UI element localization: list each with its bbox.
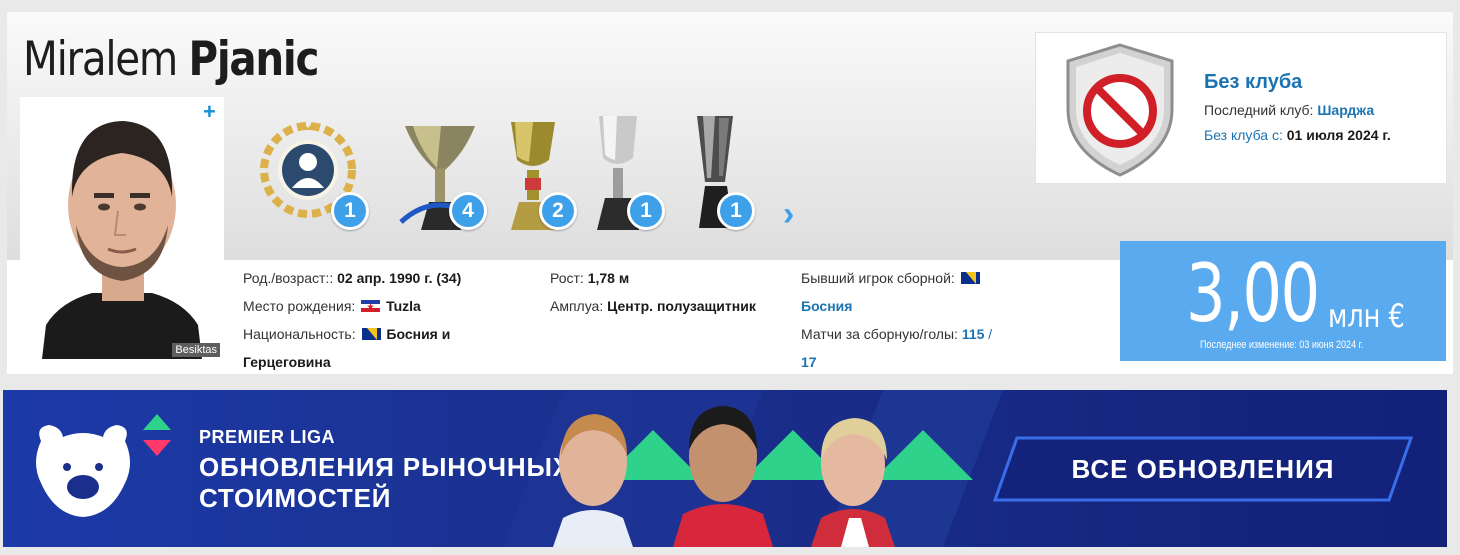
market-value-unit: млн €	[1328, 297, 1405, 335]
chevron-right-icon[interactable]: ›	[783, 197, 794, 231]
former-intl-value-row: Босния	[801, 292, 992, 320]
trophy-count-badge: 1	[627, 192, 665, 230]
trophy-item[interactable]: 1	[251, 112, 371, 237]
market-value-amount: 3,00	[1186, 247, 1320, 340]
down-arrow-icon	[143, 440, 171, 456]
market-value-box[interactable]: 3,00 млн € Последнее изменение: 03 июня …	[1120, 241, 1446, 361]
height-row: Рост: 1,78 м	[550, 264, 756, 292]
trophy-item[interactable]: 4	[391, 112, 511, 237]
photo-club-tag: Besiktas	[172, 343, 220, 357]
nationality-row: Национальность: Босния и	[243, 320, 461, 348]
up-arrow-icon	[143, 414, 171, 430]
banner-title-line: ОБНОВЛЕНИЯ РЫНОЧНЫХ	[199, 452, 571, 482]
nationality-value: Босния и	[386, 326, 451, 342]
banner-title: ОБНОВЛЕНИЯ РЫНОЧНЫХ СТОИМОСТЕЙ	[199, 452, 571, 514]
trophy-count-badge: 1	[717, 192, 755, 230]
banner-players-image	[553, 406, 973, 547]
no-club-since-line: Без клуба с: 01 июля 2024 г.	[1204, 127, 1391, 143]
player-photo[interactable]: Besiktas	[20, 97, 224, 359]
former-intl-link[interactable]: Босния	[801, 298, 852, 314]
bosnia-flag-icon	[960, 272, 980, 284]
trophy-item[interactable]: 1	[693, 112, 813, 237]
last-club-label: Последний клуб:	[1204, 102, 1314, 118]
goals-link[interactable]: 17	[801, 354, 817, 370]
all-updates-button[interactable]: ВСЕ ОБНОВЛЕНИЯ	[993, 436, 1413, 502]
trophy-count-badge: 4	[449, 192, 487, 230]
position-value: Центр. полузащитник	[607, 298, 756, 314]
birth-value: 02 апр. 1990 г. (34)	[337, 270, 462, 286]
height-value: 1,78 м	[587, 270, 630, 286]
market-value-last-change: Последнее изменение: 03 июня 2024 г.	[1200, 339, 1364, 351]
no-club-since-link[interactable]: Без клуба	[1204, 127, 1268, 143]
banner-title-line: СТОИМОСТЕЙ	[199, 483, 392, 513]
bear-logo-icon	[36, 425, 130, 517]
player-name: Miralem Pjanic	[23, 32, 320, 87]
since-label: с:	[1271, 127, 1283, 143]
caps-separator: /	[988, 326, 993, 342]
player-last-name: Pjanic	[188, 32, 320, 87]
trophy-count-badge: 1	[331, 192, 369, 230]
caps-link[interactable]: 115	[962, 326, 985, 342]
last-club-link[interactable]: Шарджа	[1317, 102, 1374, 118]
height-label: Рост:	[550, 270, 584, 286]
since-date: 01 июля 2024 г.	[1286, 127, 1391, 143]
trophy-row: 1 4 2 1 1	[243, 112, 813, 237]
birthplace-label: Место рождения:	[243, 298, 356, 314]
all-updates-label: ВСЕ ОБНОВЛЕНИЯ	[1071, 453, 1335, 484]
caps-row: Матчи за сборную/голы: 115 /	[801, 320, 992, 348]
birthplace-row: Место рождения: Tuzla	[243, 292, 461, 320]
nationality-value-continued: Герцеговина	[243, 354, 331, 370]
birthplace-value: Tuzla	[386, 298, 421, 314]
info-column-1: Род./возраст:: 02 апр. 1990 г. (34) Мест…	[243, 264, 461, 374]
banner-league: PREMIER LIGA	[199, 427, 336, 447]
trophy-count-badge: 2	[539, 192, 577, 230]
player-header: Miralem Pjanic Besiktas + 1 4 2 1 1 › Бе…	[7, 12, 1453, 374]
bosnia-flag-icon	[361, 328, 381, 340]
add-to-watchlist-icon[interactable]: +	[203, 99, 216, 125]
position-label: Амплуа:	[550, 298, 604, 314]
goals-row: 17	[801, 348, 992, 374]
yugoslavia-flag-icon	[361, 300, 381, 312]
no-club-prohibited-icon	[1066, 43, 1174, 177]
position-row: Амплуа: Центр. полузащитник	[550, 292, 756, 320]
birth-row: Род./возраст:: 02 апр. 1990 г. (34)	[243, 264, 461, 292]
last-club-line: Последний клуб: Шарджа	[1204, 102, 1374, 118]
birth-label: Род./возраст::	[243, 270, 334, 286]
caps-label: Матчи за сборную/голы:	[801, 326, 958, 342]
info-column-3: Бывший игрок сборной: Босния Матчи за сб…	[801, 264, 992, 374]
nationality-label: Национальность:	[243, 326, 356, 342]
nationality-row-continued: Герцеговина	[243, 348, 461, 374]
club-name[interactable]: Без клуба	[1204, 71, 1302, 94]
former-intl-row: Бывший игрок сборной:	[801, 264, 992, 292]
former-intl-label: Бывший игрок сборной:	[801, 270, 955, 286]
info-column-2: Рост: 1,78 м Амплуа: Центр. полузащитник	[550, 264, 756, 320]
current-club-card: Без клуба Последний клуб: Шарджа Без клу…	[1035, 32, 1447, 184]
player-first-name: Miralem	[23, 32, 178, 87]
market-value-banner[interactable]: PREMIER LIGA ОБНОВЛЕНИЯ РЫНОЧНЫХ СТОИМОС…	[3, 390, 1447, 547]
